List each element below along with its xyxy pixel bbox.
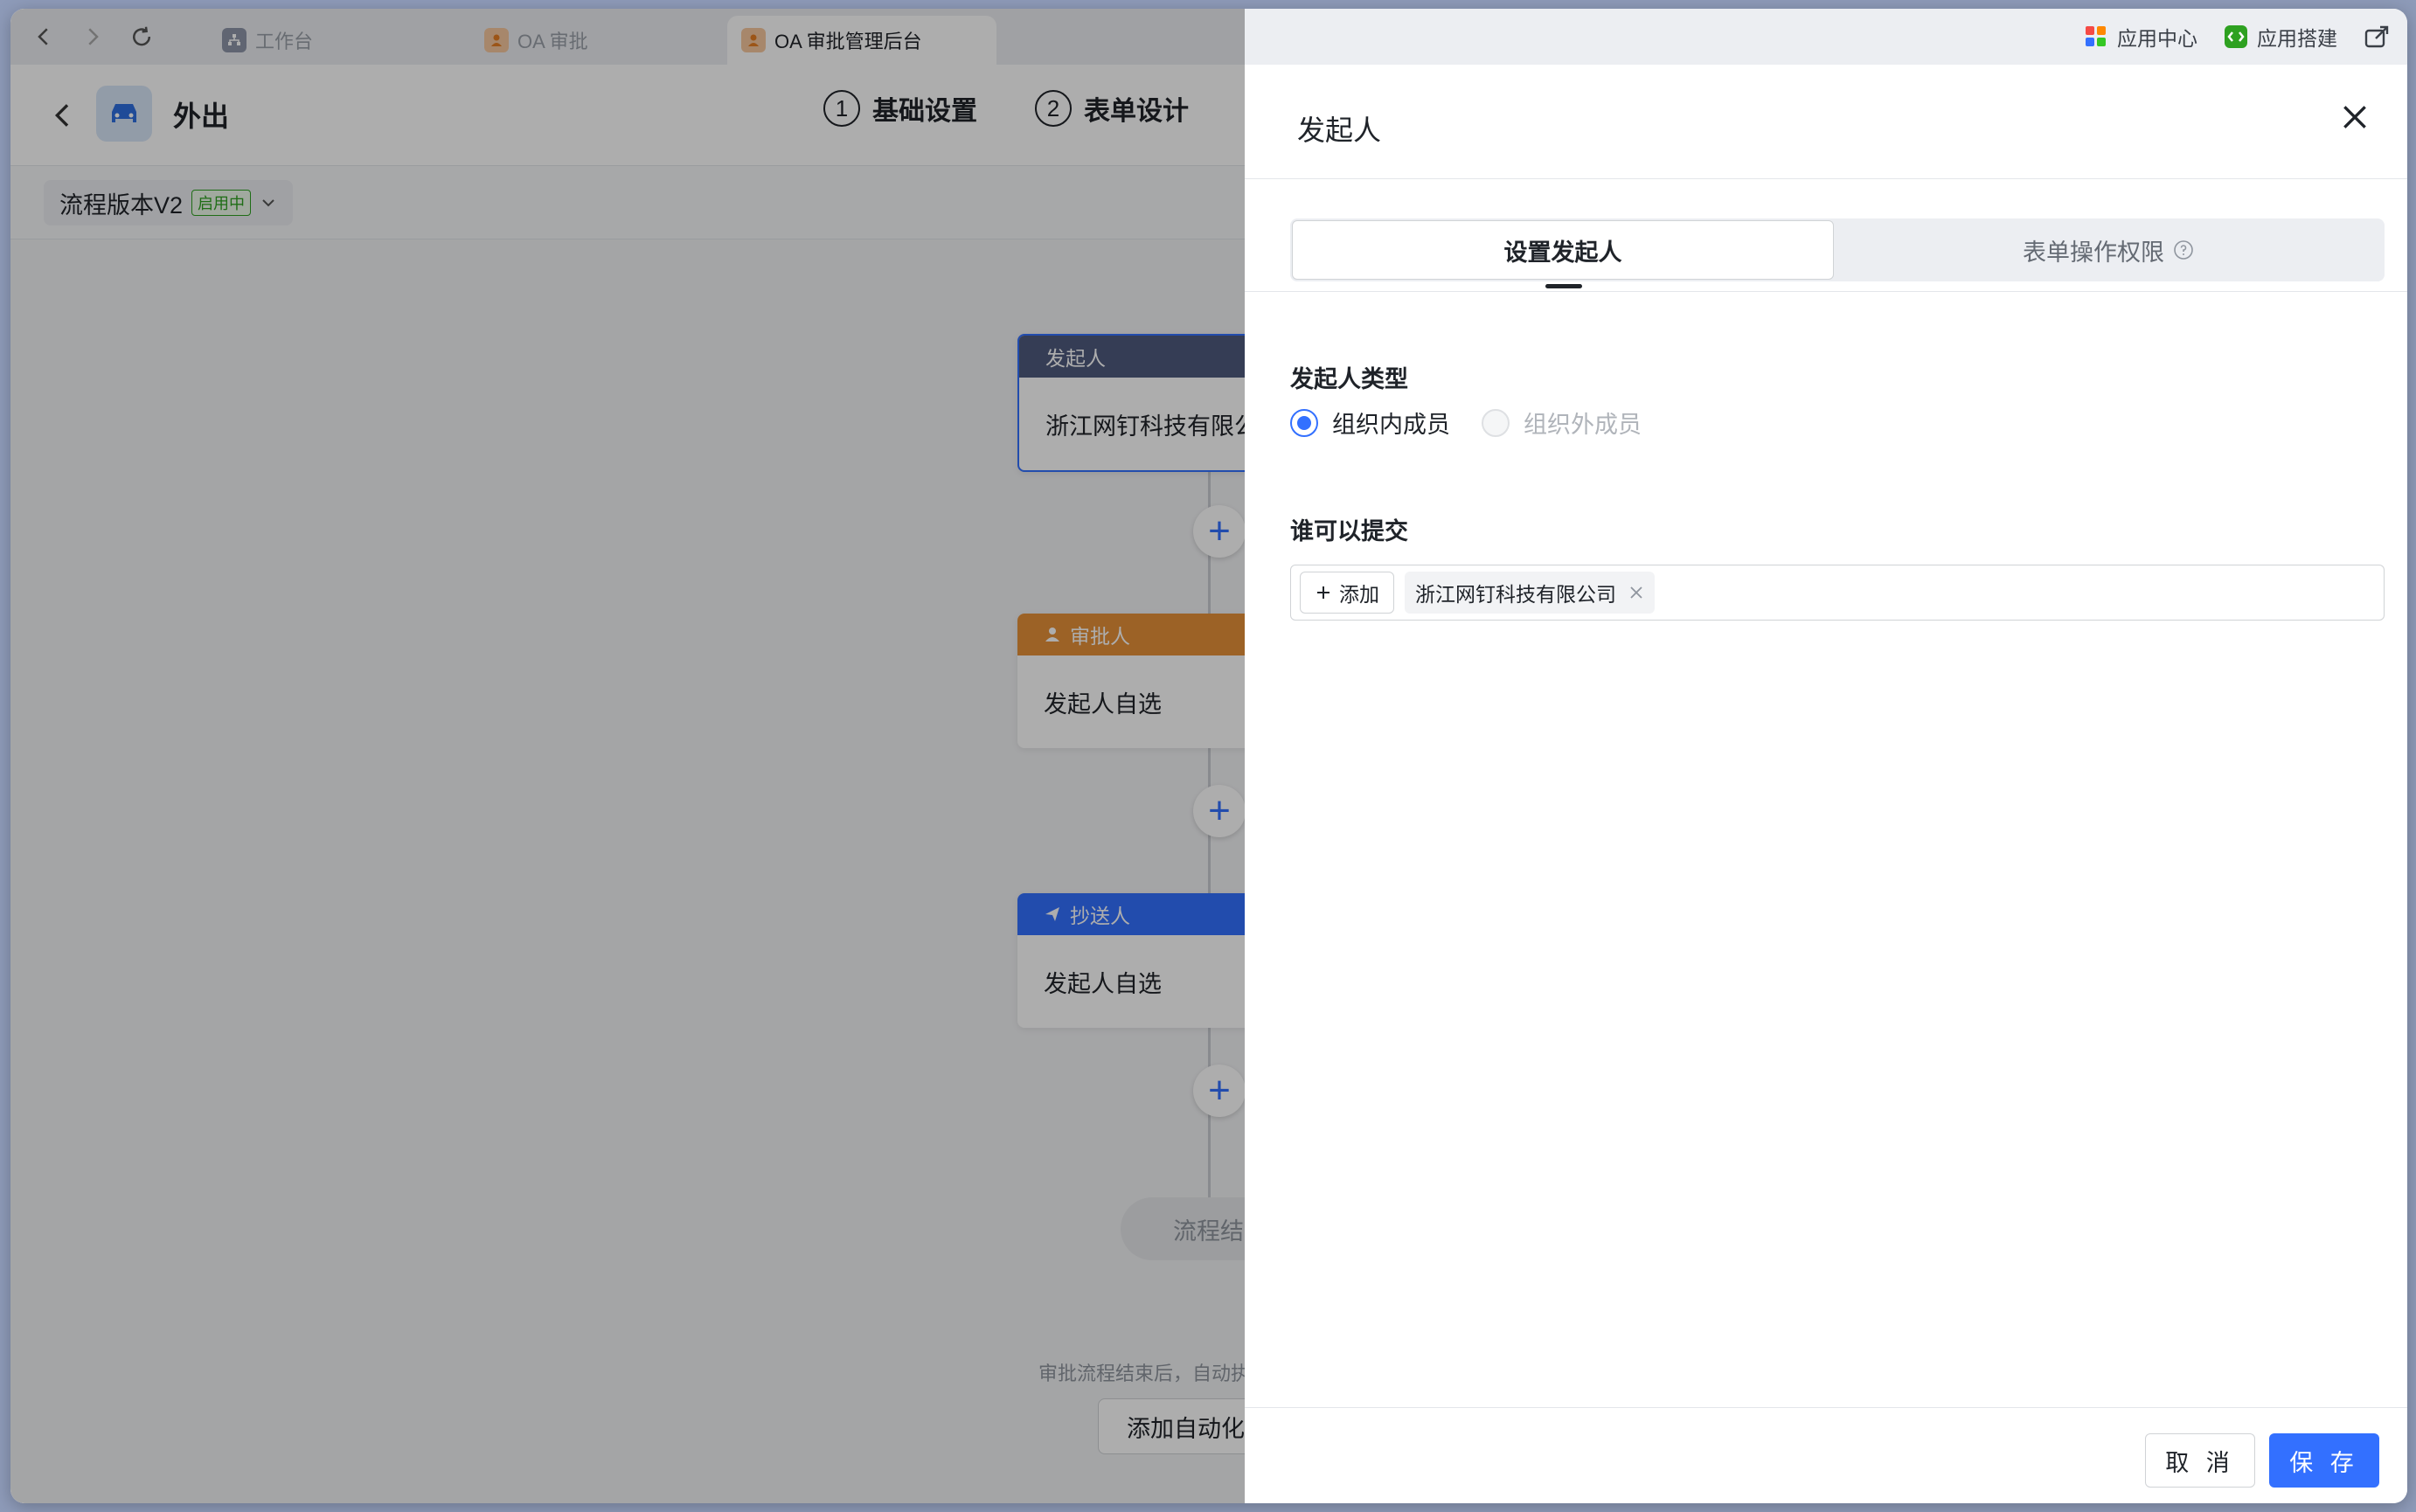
save-button[interactable]: 保 存 <box>2269 1433 2379 1488</box>
divider <box>1245 178 2407 179</box>
submitter-picker[interactable]: 添加 浙江网钉科技有限公司 <box>1290 565 2385 621</box>
app-center-button[interactable]: 应用中心 <box>2084 22 2197 52</box>
divider <box>1245 291 2407 292</box>
radio-outside-members[interactable] <box>1482 408 1510 437</box>
chip-label: 浙江网钉科技有限公司 <box>1415 583 1616 606</box>
app-window: 工作台 OA 审批 OA 审批管理后台 应用中心 应用搭建 外出 1 基础设置 … <box>10 9 2407 1503</box>
app-build-button[interactable]: 应用搭建 <box>2224 22 2337 52</box>
radio-inside-label: 组织内成员 <box>1332 412 1450 438</box>
initiator-type-label: 发起人类型 <box>1290 366 1408 392</box>
divider <box>1245 1407 2407 1408</box>
who-can-submit-label: 谁可以提交 <box>1290 518 1408 544</box>
tab-label: 设置发起人 <box>1503 239 1622 266</box>
app-grid-icon <box>2086 26 2106 46</box>
app-build-label: 应用搭建 <box>2257 27 2337 50</box>
tab-label: 表单操作权限 <box>2023 239 2164 266</box>
help-icon[interactable] <box>2173 239 2194 260</box>
tab-form-permissions[interactable]: 表单操作权限 <box>1834 220 2383 280</box>
app-center-label: 应用中心 <box>2117 27 2197 50</box>
add-submitter-button[interactable]: 添加 <box>1300 572 1394 614</box>
external-window-icon <box>2364 25 2389 48</box>
cancel-button[interactable]: 取 消 <box>2145 1433 2255 1488</box>
close-icon[interactable] <box>2337 100 2372 135</box>
active-tab-indicator <box>1545 284 1582 288</box>
initiator-type-radios: 组织内成员 组织外成员 <box>1290 406 1642 440</box>
modal-overlay[interactable] <box>10 9 1245 1503</box>
plus-icon <box>1317 586 1329 599</box>
selected-org-chip: 浙江网钉科技有限公司 <box>1405 572 1655 614</box>
remove-chip-icon[interactable] <box>1628 585 1644 600</box>
code-icon <box>2225 25 2247 48</box>
tab-set-initiator[interactable]: 设置发起人 <box>1292 220 1834 280</box>
radio-outside-label: 组织外成员 <box>1524 412 1642 438</box>
initiator-drawer: 发起人 设置发起人 表单操作权限 发起人类型 组织内成员 组织外成员 谁可以提交 <box>1245 65 2407 1503</box>
top-right-actions: 应用中心 应用搭建 <box>2084 9 2392 65</box>
external-window-button[interactable] <box>2364 23 2392 51</box>
drawer-tabs: 设置发起人 表单操作权限 <box>1290 218 2385 281</box>
radio-inside-members[interactable] <box>1290 408 1318 437</box>
add-label: 添加 <box>1339 583 1379 606</box>
drawer-title: 发起人 <box>1297 114 1382 146</box>
